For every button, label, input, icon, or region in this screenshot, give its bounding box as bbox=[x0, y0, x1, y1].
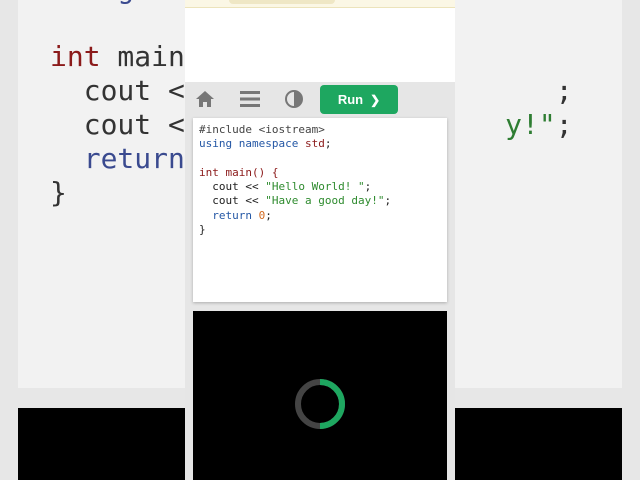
code-token: using bbox=[199, 137, 233, 151]
output-panel bbox=[193, 311, 447, 480]
contrast-icon[interactable] bbox=[281, 87, 307, 111]
code-token: cout << bbox=[199, 194, 266, 208]
code-token: ; bbox=[384, 194, 392, 208]
menu-icon[interactable] bbox=[237, 87, 263, 111]
code-token: namespace bbox=[238, 137, 299, 151]
home-icon[interactable] bbox=[192, 87, 218, 111]
code-token: main() { bbox=[225, 165, 279, 179]
chevron-right-icon: ❯ bbox=[370, 92, 381, 107]
code-token: "Have a good day!" bbox=[265, 194, 385, 208]
code-editor[interactable]: #include <iostream> using namespace std;… bbox=[193, 118, 447, 302]
code-token: } bbox=[199, 223, 206, 237]
code-token: int bbox=[199, 165, 219, 179]
ad-space bbox=[185, 8, 455, 82]
banner-pill bbox=[229, 0, 335, 4]
code-token: ; bbox=[265, 208, 272, 222]
code-token: cout << bbox=[199, 180, 266, 194]
run-button-label: Run bbox=[337, 92, 364, 107]
code-text: #include <iostream> using namespace std;… bbox=[199, 123, 441, 237]
code-token: ; bbox=[364, 180, 372, 194]
code-line: #include <iostream> bbox=[199, 123, 325, 136]
mobile-app-view: Run ❯ #include <iostream> using namespac… bbox=[185, 0, 455, 480]
code-token: ; bbox=[324, 137, 332, 151]
loading-spinner-icon bbox=[295, 379, 346, 429]
run-button[interactable]: Run ❯ bbox=[320, 85, 398, 114]
code-token: return bbox=[212, 208, 252, 222]
code-token: "Hello World! " bbox=[265, 180, 365, 194]
top-banner-strip bbox=[185, 0, 455, 8]
code-token: std bbox=[304, 137, 325, 151]
editor-toolbar: Run ❯ bbox=[185, 82, 455, 116]
